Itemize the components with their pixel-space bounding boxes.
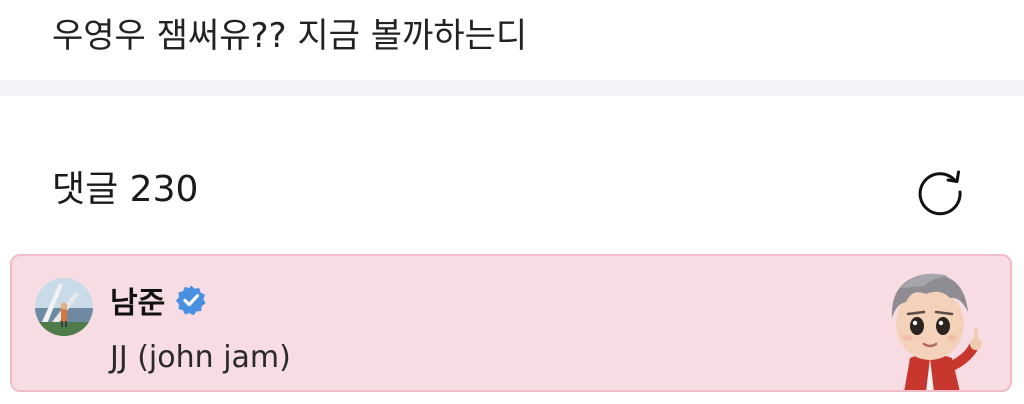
verified-badge-icon (176, 285, 206, 316)
character-sticker (870, 262, 990, 390)
comments-count-header: 댓글 230 (52, 169, 199, 210)
post-text: 우영우 잼써유?? 지금 볼까하는디 (52, 16, 528, 56)
comment-author-row: 남준 (110, 278, 207, 322)
comment-author-name[interactable]: 남준 (110, 278, 165, 322)
comment-card: 남준 JJ (john jam) (10, 254, 1012, 392)
avatar[interactable] (35, 278, 93, 336)
comment-text: JJ (john jam) (110, 340, 291, 375)
section-divider (0, 80, 1024, 96)
refresh-icon (918, 170, 962, 216)
refresh-button[interactable] (914, 166, 966, 218)
